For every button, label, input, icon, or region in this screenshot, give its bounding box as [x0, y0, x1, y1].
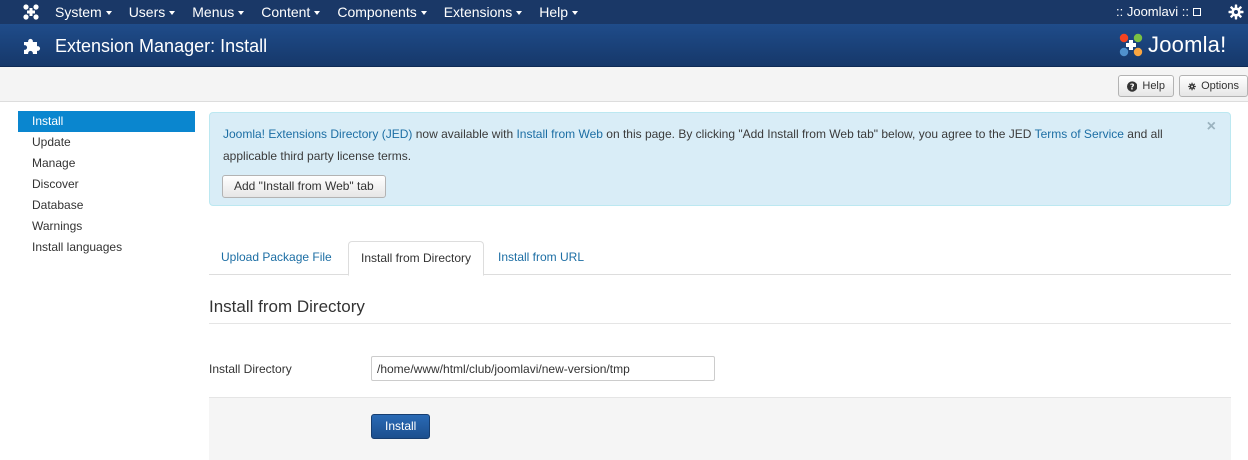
sidebar-item-install-languages[interactable]: Install languages — [18, 237, 195, 258]
top-navbar: System Users Menus Content Components Ex… — [0, 0, 1248, 24]
brand-logo: Joomla! — [1118, 30, 1226, 60]
menu-extensions[interactable]: Extensions — [443, 0, 523, 24]
joomla-brand-icon — [1119, 33, 1143, 57]
site-link[interactable]: :: Joomlavi :: — [1116, 0, 1201, 24]
alert-text: now available with — [412, 127, 517, 141]
main-menu: System Users Menus Content Components Ex… — [55, 0, 595, 24]
menu-system[interactable]: System — [55, 0, 112, 24]
menu-label: Help — [539, 4, 568, 20]
external-link-icon — [1192, 8, 1201, 16]
menu-label: Components — [337, 4, 417, 20]
site-link-label: :: Joomlavi :: — [1116, 4, 1189, 19]
alert-message: Joomla! Extensions Directory (JED) now a… — [223, 123, 1203, 167]
sidebar-item-update[interactable]: Update — [18, 132, 195, 153]
menu-label: System — [55, 4, 102, 20]
menu-label: Menus — [192, 4, 235, 20]
sidebar-item-warnings[interactable]: Warnings — [18, 216, 195, 237]
sidebar-item-discover[interactable]: Discover — [18, 174, 195, 195]
install-button[interactable]: Install — [371, 414, 431, 439]
sidebar-item-manage[interactable]: Manage — [18, 153, 195, 174]
options-button[interactable]: Options — [1179, 75, 1248, 97]
gear-icon — [1188, 82, 1196, 90]
help-label: Help — [1142, 80, 1165, 92]
svg-text:?: ? — [1130, 82, 1135, 91]
install-directory-input[interactable] — [371, 356, 715, 381]
toolbar: ? Help Options — [0, 67, 1248, 102]
caret-down-icon — [572, 11, 578, 16]
menu-label: Users — [128, 4, 166, 20]
jed-link[interactable]: Joomla! Extensions Directory (JED) — [223, 127, 412, 141]
sidebar: Install Update Manage Discover Database … — [18, 111, 195, 258]
terms-of-service-link[interactable]: Terms of Service — [1035, 127, 1124, 141]
alert-text: on this page. By clicking "Add Install f… — [602, 127, 1035, 141]
tab-install-from-directory[interactable]: Install from Directory — [348, 241, 485, 276]
page-title: Extension Manager: Install — [55, 36, 268, 56]
caret-down-icon — [314, 11, 321, 16]
menu-help[interactable]: Help — [539, 0, 578, 24]
options-label: Options — [1201, 80, 1239, 92]
close-icon[interactable]: × — [1207, 118, 1216, 136]
jed-info-alert: Joomla! Extensions Directory (JED) now a… — [209, 112, 1231, 206]
gear-icon[interactable] — [1228, 4, 1244, 20]
install-tabs: Upload Package File Install from Directo… — [209, 241, 1231, 276]
puzzle-icon — [24, 38, 41, 54]
help-button[interactable]: ? Help — [1118, 75, 1174, 97]
sidebar-item-database[interactable]: Database — [18, 195, 195, 216]
caret-down-icon — [516, 11, 523, 16]
install-from-web-link[interactable]: Install from Web — [516, 127, 602, 141]
add-install-from-web-button[interactable]: Add "Install from Web" tab — [222, 175, 386, 198]
menu-menus[interactable]: Menus — [192, 0, 245, 24]
question-icon: ? — [1127, 80, 1138, 92]
caret-down-icon — [238, 11, 245, 16]
menu-label: Extensions — [443, 4, 513, 20]
sidebar-item-install[interactable]: Install — [18, 111, 195, 132]
install-directory-label: Install Directory — [209, 362, 292, 376]
tab-install-from-url[interactable]: Install from URL — [486, 241, 596, 275]
tab-upload-package-file[interactable]: Upload Package File — [209, 241, 344, 275]
menu-users[interactable]: Users — [129, 0, 176, 24]
page-header: Extension Manager: Install Joomla! — [0, 24, 1248, 67]
divider — [209, 323, 1231, 324]
caret-down-icon — [105, 11, 112, 16]
menu-components[interactable]: Components — [337, 0, 427, 24]
menu-label: Content — [261, 4, 311, 20]
joomla-logo-icon[interactable] — [22, 3, 40, 21]
section-title: Install from Directory — [209, 297, 365, 316]
caret-down-icon — [420, 11, 427, 16]
form-actions: Install — [209, 397, 1231, 460]
brand-name: Joomla! — [1148, 32, 1227, 57]
caret-down-icon — [169, 11, 176, 16]
menu-content[interactable]: Content — [261, 0, 321, 24]
